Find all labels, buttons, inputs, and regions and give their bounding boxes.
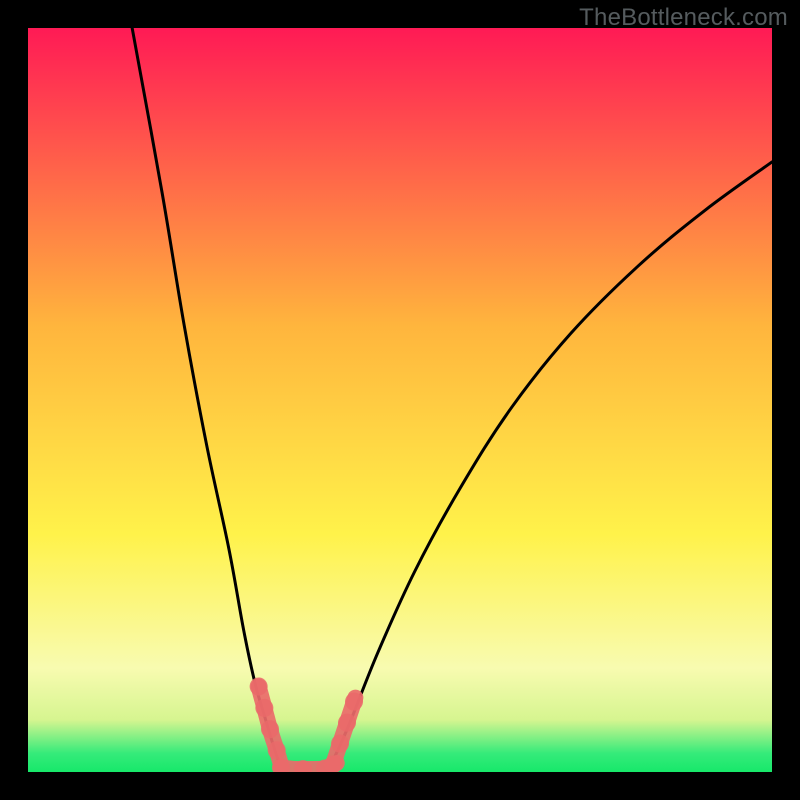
- chart-root: TheBottleneck.com: [0, 0, 800, 800]
- chart-svg: [28, 28, 772, 772]
- plot-area: [28, 28, 772, 772]
- gradient-background: [28, 28, 772, 772]
- watermark-text: TheBottleneck.com: [579, 4, 788, 32]
